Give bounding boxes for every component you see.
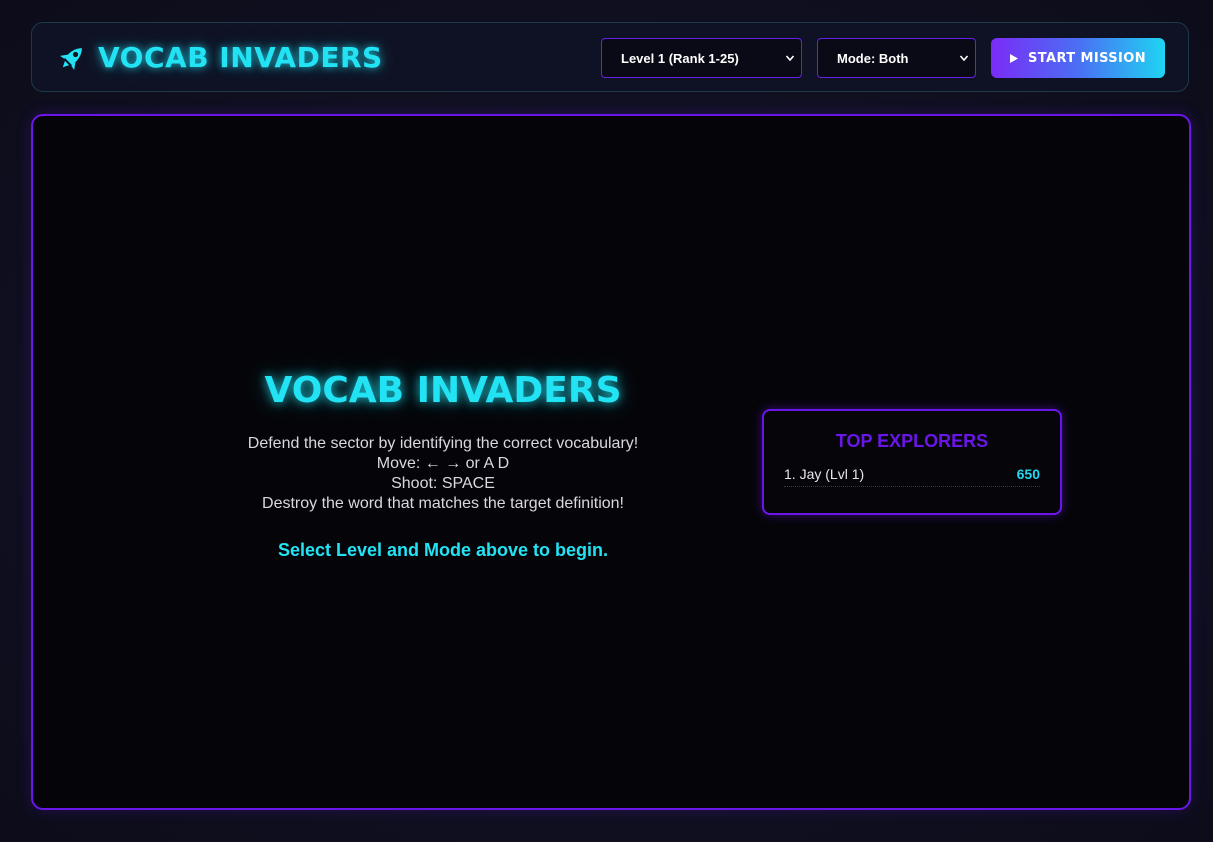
intro-line: Move: ← → or A D <box>376 455 510 472</box>
rocket-icon <box>59 47 82 70</box>
intro-line: Defend the sector by identifying the cor… <box>247 435 639 452</box>
leaderboard: TOP EXPLORERS 1. Jay (Lvl 1) 650 <box>762 409 1062 515</box>
start-mission-button[interactable]: START MISSION <box>991 38 1165 78</box>
chevron-down-icon <box>959 55 969 62</box>
mode-select-value: Mode: Both <box>837 50 909 66</box>
play-icon <box>1010 53 1018 63</box>
chevron-down-icon <box>785 55 795 62</box>
mode-select[interactable]: Mode: Both <box>817 38 976 78</box>
intro-title: VOCAB INVADERS <box>264 370 622 411</box>
app-title: VOCAB INVADERS <box>98 41 383 74</box>
intro-screen: VOCAB INVADERS Defend the sector by iden… <box>193 366 693 561</box>
brand: VOCAB INVADERS <box>56 41 383 74</box>
leaderboard-score: 650 <box>1016 466 1040 482</box>
top-bar: VOCAB INVADERS Level 1 (Rank 1-25) Mode:… <box>31 22 1189 92</box>
intro-line: Destroy the word that matches the target… <box>262 495 624 512</box>
level-select[interactable]: Level 1 (Rank 1-25) <box>601 38 802 78</box>
intro-line: Shoot: SPACE <box>391 475 495 492</box>
leaderboard-title: TOP EXPLORERS <box>835 431 989 451</box>
intro-call-to-action: Select Level and Mode above to begin. <box>277 540 609 560</box>
game-canvas[interactable]: VOCAB INVADERS Defend the sector by iden… <box>31 114 1191 810</box>
start-mission-label: START MISSION <box>1028 50 1146 66</box>
leaderboard-row: 1. Jay (Lvl 1) 650 <box>784 466 1040 487</box>
leaderboard-name: 1. Jay (Lvl 1) <box>784 466 865 482</box>
level-select-value: Level 1 (Rank 1-25) <box>621 50 739 66</box>
